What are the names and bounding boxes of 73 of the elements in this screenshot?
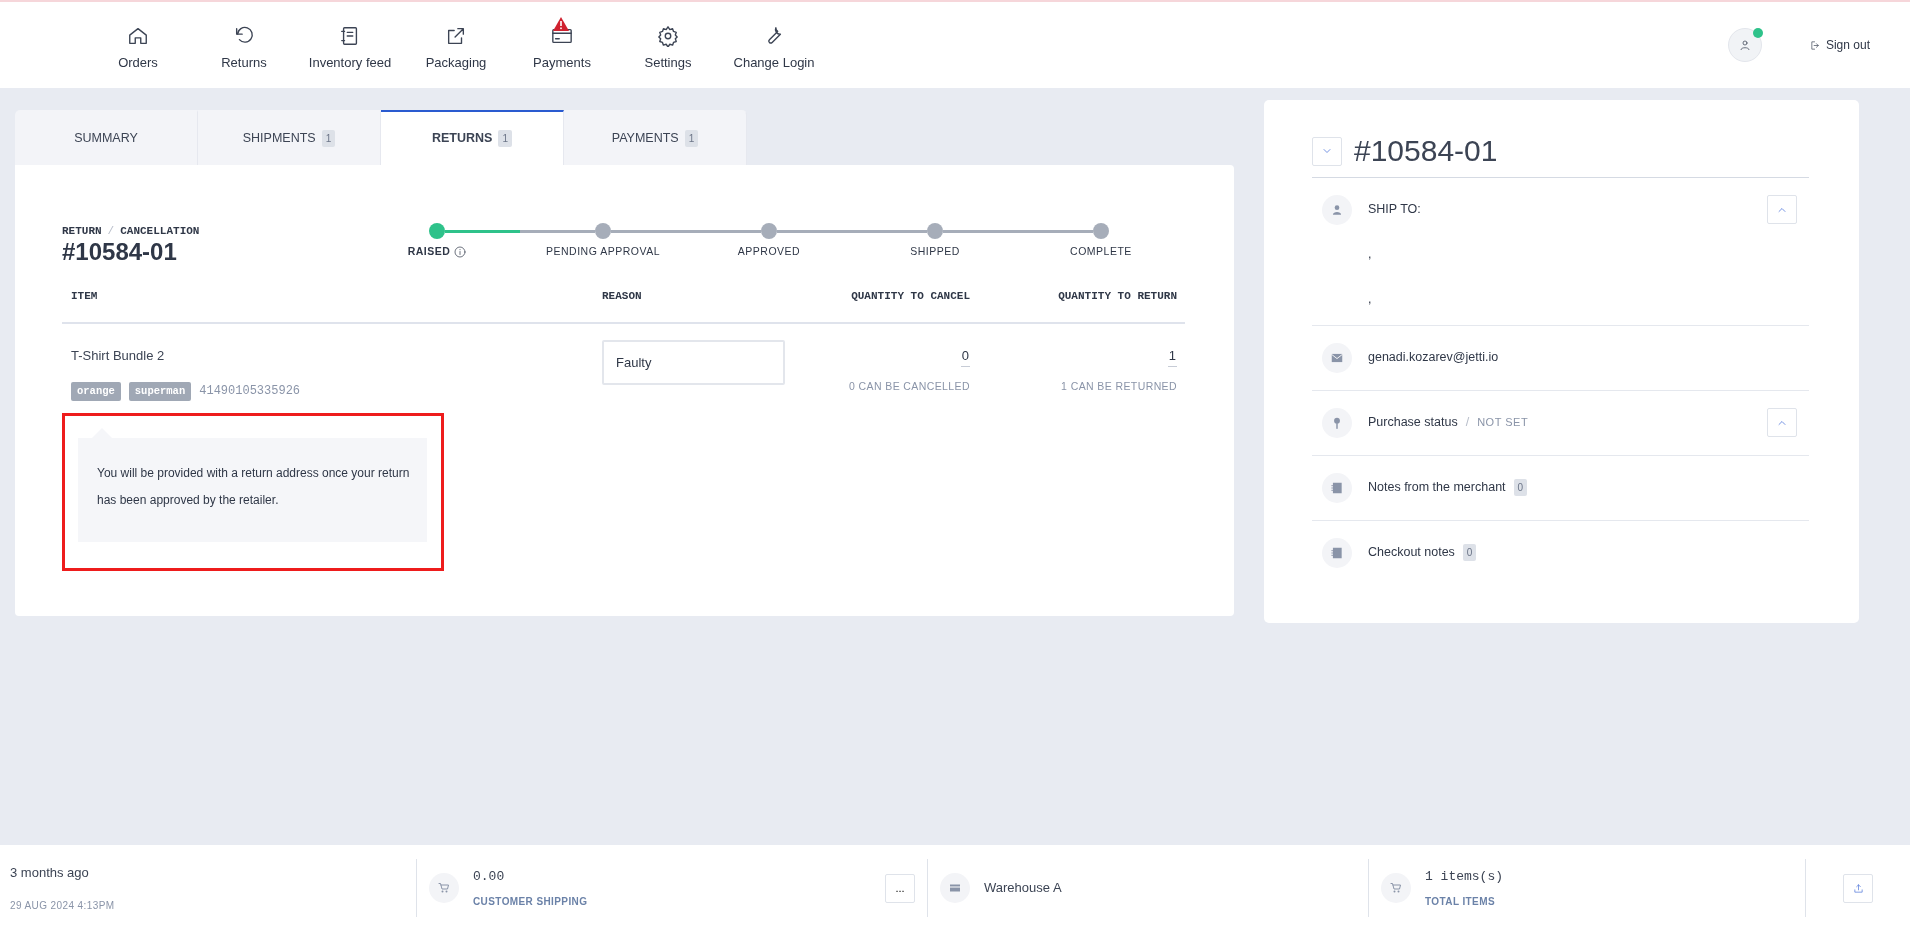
toggle-button[interactable] — [1312, 136, 1342, 166]
sku-text: 41490105335926 — [199, 383, 301, 401]
shipping-value: 0.00 — [473, 867, 506, 886]
return-label: CANCELLATION — [120, 224, 200, 239]
nav-item[interactable]: Settings — [615, 17, 721, 73]
section-title: SHIP TO: — [1368, 201, 1421, 218]
sign-out-link[interactable]: Sign out — [1809, 36, 1870, 54]
column-header: ITEM — [62, 287, 593, 324]
column-header: REASON — [593, 287, 798, 324]
step-label: RAISED — [407, 244, 451, 259]
collapse-button[interactable] — [1767, 408, 1797, 438]
warehouse-name: Warehouse A — [984, 879, 1062, 898]
column-header: QUANTITY TO CANCEL — [798, 287, 978, 324]
upload-button[interactable] — [1843, 873, 1873, 903]
more-button[interactable]: ... — [885, 873, 915, 903]
step-label: APPROVED — [737, 244, 801, 259]
section-title: Notes from the merchant — [1368, 479, 1506, 497]
nav-item[interactable]: Returns — [191, 17, 297, 73]
count-badge: 0 — [1513, 479, 1528, 497]
items-label: TOTAL ITEMS — [1425, 895, 1496, 910]
tab[interactable]: PAYMENTS 1 — [564, 110, 747, 165]
user-icon — [1738, 39, 1751, 51]
tab[interactable]: RETURNS 1 — [381, 110, 564, 165]
avatar-icon[interactable] — [1727, 28, 1762, 62]
tag: superman — [128, 381, 192, 402]
return-number: #10584-01 — [62, 239, 178, 264]
quantity-note: 1 CAN BE RETURNED — [1060, 378, 1177, 394]
quantity-note: 0 CAN BE CANCELLED — [848, 378, 970, 394]
return-label: RETURN — [62, 224, 102, 239]
separator: / — [1465, 414, 1470, 432]
count-badge: 1 — [498, 130, 512, 147]
collapse-button[interactable] — [1767, 195, 1797, 224]
column-header: QUANTITY TO RETURN — [978, 287, 1185, 324]
sign-out-icon — [1809, 39, 1821, 51]
shipping-label: CUSTOMER SHIPPING — [473, 895, 589, 910]
step-label: PENDING APPROVAL — [546, 244, 660, 259]
item-name: T-Shirt Bundle 2 — [71, 347, 166, 365]
separator: / — [107, 224, 115, 239]
step-label: SHIPPED — [910, 244, 960, 259]
email-text: genadi.kozarev@jetti.io — [1368, 349, 1499, 367]
upload-icon — [1852, 882, 1864, 894]
quantity-cancel-field[interactable]: 0 — [960, 346, 970, 367]
items-value: 1 items(s) — [1425, 867, 1503, 886]
count-badge: 1 — [321, 130, 336, 147]
tag: orange — [71, 381, 121, 402]
section-title: Checkout notes — [1368, 544, 1455, 562]
status-value: NOT SET — [1477, 415, 1529, 431]
nav-item[interactable]: Orders — [85, 17, 191, 73]
nav-item[interactable]: Packaging — [403, 17, 509, 73]
nav-item[interactable]: Payments — [509, 17, 615, 73]
book-icon — [1330, 546, 1344, 561]
settings-icon — [657, 25, 679, 48]
count-badge: 0 — [1462, 544, 1477, 562]
date-text: 29 AUG 2024 4:13PM — [10, 899, 115, 913]
tab[interactable]: SUMMARY — [15, 110, 198, 165]
tab[interactable]: SHIPMENTS 1 — [198, 110, 381, 165]
person-icon — [1330, 203, 1344, 217]
order-number: #10584-01 — [1354, 133, 1498, 169]
nav-item[interactable]: Inventory feed — [297, 17, 403, 73]
reason-field[interactable]: Faulty — [602, 340, 785, 385]
cart-icon — [438, 882, 450, 894]
time-ago: 3 months ago — [10, 864, 89, 882]
address-line: , — [1368, 290, 1373, 308]
credit-card-icon — [949, 882, 961, 894]
cart-icon — [1390, 882, 1402, 894]
notice-text: You will be provided with a return address once your return has been approved by the retailer. — [78, 438, 427, 543]
section-title: Purchase status — [1368, 414, 1458, 432]
step-label: COMPLETE — [1070, 244, 1132, 259]
nav-item[interactable]: Change Login — [721, 17, 827, 73]
count-badge: 1 — [684, 130, 699, 147]
quantity-return-field[interactable]: 1 — [1167, 346, 1177, 367]
address-line: , — [1368, 245, 1373, 263]
book-icon — [1330, 481, 1344, 496]
